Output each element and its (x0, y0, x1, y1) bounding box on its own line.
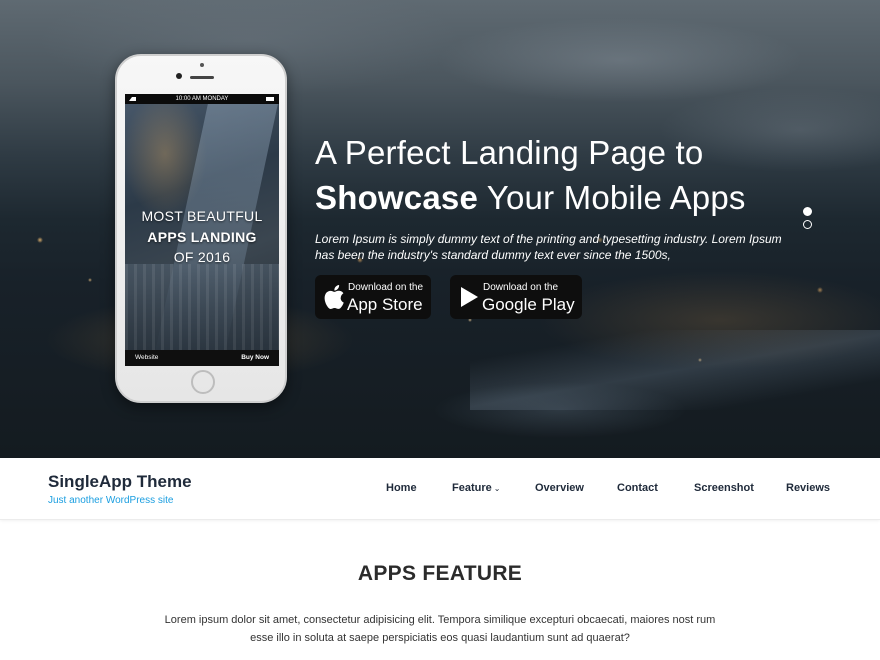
phone-headline-line2: APPS LANDING (147, 228, 257, 245)
apple-icon (324, 285, 344, 310)
nav-item-home[interactable]: Home (386, 482, 417, 494)
chevron-down-icon: ⌄ (493, 484, 501, 493)
hero-banner: 10:00 AM MONDAY MOST BEAUTFUL APPS LANDI… (0, 0, 880, 458)
hero-description: Lorem Ipsum is simply dummy text of the … (315, 232, 782, 262)
screen-city (125, 264, 279, 354)
phone-camera (200, 63, 204, 67)
hero-title-rest: Your Mobile Apps (478, 179, 746, 216)
phone-status-bar: 10:00 AM MONDAY (125, 94, 279, 104)
phone-home-button (191, 370, 215, 394)
river-background (470, 330, 880, 410)
hero-title: A Perfect Landing Page to Showcase Your … (315, 130, 785, 220)
phone-speaker (190, 76, 214, 79)
phone-buy-now: Buy Now (241, 354, 269, 361)
nav-item-screenshot[interactable]: Screenshot (694, 482, 754, 494)
google-play-label: Google Play (482, 295, 575, 314)
nav-item-feature-label: Feature (452, 482, 492, 494)
phone-screen: 10:00 AM MONDAY MOST BEAUTFUL APPS LANDI… (125, 94, 279, 366)
nav-item-feature[interactable]: Feature ⌄ (452, 482, 500, 494)
app-store-small-label: Download on the (348, 282, 424, 293)
hero-title-bold: Showcase (315, 179, 479, 216)
slider-dot-2[interactable] (803, 220, 812, 229)
hero-title-line1: A Perfect Landing Page to (315, 134, 704, 171)
signal-icon (129, 97, 136, 101)
app-store-button[interactable]: Download on the App Store (315, 275, 431, 319)
google-play-small-label: Download on the (483, 282, 559, 293)
slider-pagination (803, 207, 813, 233)
phone-mockup: 10:00 AM MONDAY MOST BEAUTFUL APPS LANDI… (115, 54, 287, 403)
main-menu: Home Feature ⌄ Overview Contact Screensho… (0, 482, 880, 498)
phone-sensor (176, 73, 182, 79)
battery-icon (266, 97, 274, 101)
google-play-button[interactable]: Download on the Google Play (450, 275, 582, 319)
phone-website-link: Website (135, 354, 159, 361)
section-title: APPS FEATURE (357, 562, 523, 585)
phone-headline-line3: OF 2016 (173, 249, 231, 265)
nav-item-reviews[interactable]: Reviews (786, 482, 830, 494)
play-icon (461, 287, 478, 307)
phone-headline-line1: MOST BEAUTFUL (141, 208, 263, 224)
phone-headline: MOST BEAUTFUL APPS LANDING OF 2016 (125, 206, 279, 268)
section-description: Lorem ipsum dolor sit amet, consectetur … (164, 614, 716, 644)
nav-item-overview[interactable]: Overview (535, 482, 584, 494)
nav-item-contact[interactable]: Contact (617, 482, 658, 494)
slider-dot-1[interactable] (803, 207, 812, 216)
status-time: 10:00 AM MONDAY (175, 96, 229, 102)
app-store-label: App Store (347, 295, 423, 314)
phone-bottom-bar: Website Buy Now (125, 350, 279, 366)
site-header: SingleApp Theme Just another WordPress s… (0, 458, 880, 520)
